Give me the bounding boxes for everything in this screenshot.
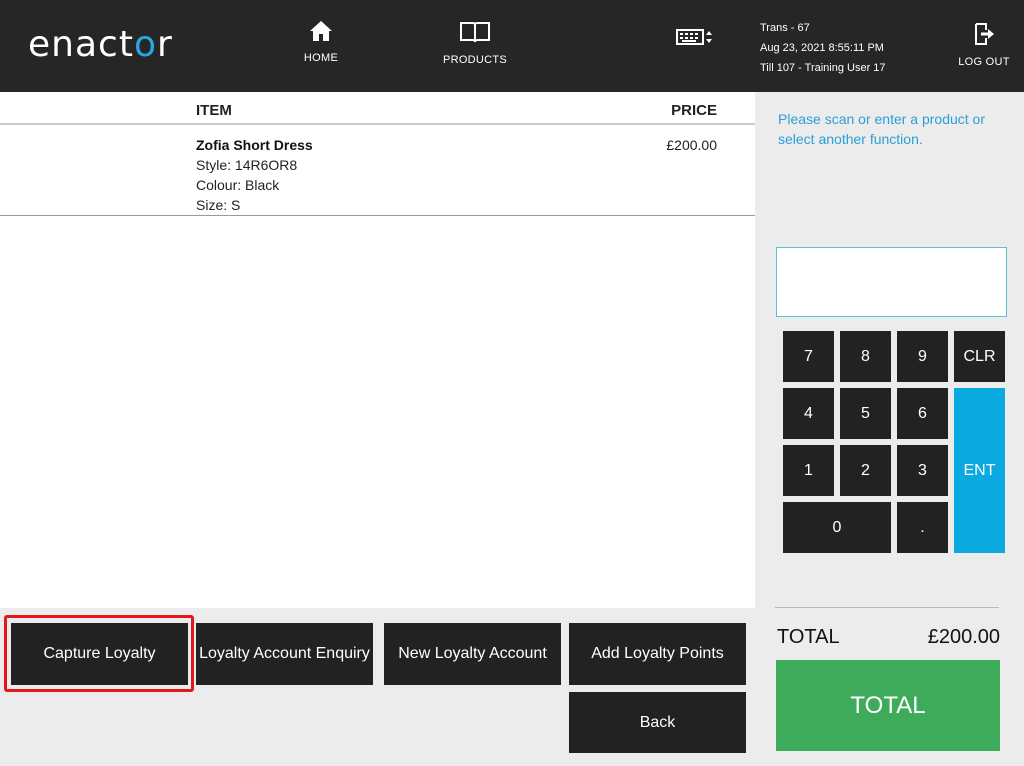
total-label: TOTAL	[777, 626, 840, 648]
total-amount: £200.00	[927, 626, 1000, 648]
enter-key[interactable]: ENT	[954, 388, 1005, 553]
total-divider	[775, 607, 999, 608]
add-loyalty-points-button[interactable]: Add Loyalty Points	[569, 623, 746, 685]
prompt-message: Please scan or enter a product or select…	[778, 111, 986, 147]
key-4[interactable]: 4	[783, 388, 834, 439]
item-name: Zofia Short Dress	[196, 137, 313, 153]
basket-panel: ITEM PRICE Zofia Short Dress Style: 14R6…	[0, 92, 755, 608]
clear-key[interactable]: CLR	[954, 331, 1005, 382]
logout-icon	[975, 23, 994, 45]
item-colour: Colour: Black	[196, 177, 280, 193]
products-label: PRODUCTS	[442, 54, 508, 66]
item-price: £200.00	[666, 137, 717, 153]
keypad-panel: Please scan or enter a product or select…	[755, 92, 1024, 766]
entry-field[interactable]	[776, 247, 1007, 317]
keyboard-toggle[interactable]	[675, 26, 715, 48]
price-column-header: PRICE	[671, 102, 717, 119]
loyalty-account-enquiry-button[interactable]: Loyalty Account Enquiry	[196, 623, 373, 685]
keyboard-icon	[676, 29, 712, 45]
key-0[interactable]: 0	[783, 502, 891, 553]
decimal-key[interactable]: .	[897, 502, 948, 553]
new-loyalty-account-button[interactable]: New Loyalty Account	[384, 623, 561, 685]
top-bar: enactor HOME PRODUCTS Trans - 67 Aug 23,…	[0, 0, 1024, 92]
home-button[interactable]: HOME	[300, 20, 342, 66]
key-1[interactable]: 1	[783, 445, 834, 496]
logo-text-2: r	[156, 24, 173, 65]
key-2[interactable]: 2	[840, 445, 891, 496]
item-style: Style: 14R6OR8	[196, 157, 298, 173]
home-label: HOME	[303, 52, 339, 64]
logo-text-1: enact	[28, 24, 134, 65]
book-icon	[460, 22, 490, 43]
key-3[interactable]: 3	[897, 445, 948, 496]
trans-datetime: Aug 23, 2021 8:55:11 PM	[760, 42, 884, 54]
logout-button[interactable]: LOG OUT	[958, 22, 1010, 70]
item-size: Size: S	[196, 197, 241, 213]
key-7[interactable]: 7	[783, 331, 834, 382]
key-8[interactable]: 8	[840, 331, 891, 382]
logout-label: LOG OUT	[958, 56, 1010, 68]
trans-number: Trans - 67	[760, 22, 810, 34]
till-user: Till 107 - Training User 17	[760, 62, 886, 74]
enactor-logo: enactor	[28, 24, 173, 65]
logo-text-o: o	[133, 24, 157, 65]
basket-item-row[interactable]: Zofia Short Dress Style: 14R6OR8 Colour:…	[0, 125, 755, 216]
home-icon	[310, 21, 332, 41]
key-9[interactable]: 9	[897, 331, 948, 382]
key-6[interactable]: 6	[897, 388, 948, 439]
item-column-header: ITEM	[196, 102, 232, 119]
transaction-info: Trans - 67 Aug 23, 2021 8:55:11 PM Till …	[760, 18, 886, 78]
products-button[interactable]: PRODUCTS	[440, 20, 510, 68]
back-button[interactable]: Back	[569, 692, 746, 753]
key-5[interactable]: 5	[840, 388, 891, 439]
total-button[interactable]: TOTAL	[776, 660, 1000, 751]
capture-loyalty-button[interactable]: Capture Loyalty	[11, 623, 188, 685]
